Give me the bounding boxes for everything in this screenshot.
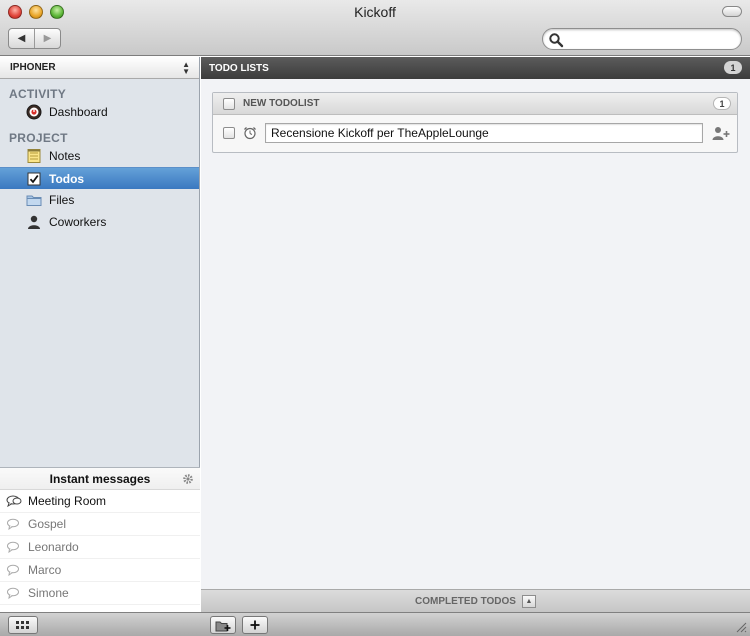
chat-bubble-icon — [7, 541, 19, 553]
back-arrow-icon: ◀ — [17, 33, 26, 44]
resize-grip-icon[interactable] — [735, 621, 747, 633]
grid-icon — [16, 621, 29, 629]
todo-lists-header: TODO LISTS 1 — [201, 57, 750, 79]
todolist-count-badge: 1 — [713, 97, 731, 110]
chat-bubbles-icon — [6, 495, 22, 507]
instant-messages-header: Instant messages — [0, 468, 200, 490]
gear-icon[interactable] — [182, 473, 194, 485]
search-field[interactable] — [542, 28, 742, 50]
project-selector-label: IPHONER — [10, 62, 56, 73]
toolbar-toggle-button[interactable] — [722, 6, 742, 17]
todo-item — [213, 115, 737, 151]
todo-lists-title: TODO LISTS — [209, 62, 269, 74]
chat-bubble-icon — [7, 587, 19, 599]
section-header-activity: ACTIVITY — [9, 87, 67, 101]
instant-messages-panel: Instant messages Meeting Room Gospel Leo… — [0, 467, 200, 612]
completed-todos-label: COMPLETED TODOS — [415, 595, 516, 607]
notes-icon — [26, 148, 42, 164]
search-input[interactable] — [567, 31, 735, 47]
im-contact-leonardo[interactable]: Leonardo — [0, 536, 200, 559]
im-item-label: Marco — [28, 563, 62, 577]
sidebar-item-label: Notes — [49, 149, 81, 163]
forward-arrow-icon: ▶ — [43, 33, 52, 44]
sidebar-item-coworkers[interactable]: Coworkers — [0, 211, 199, 233]
sidebar-item-dashboard[interactable]: Dashboard — [0, 101, 199, 123]
todolist-title[interactable]: NEW TODOLIST — [243, 98, 319, 109]
back-button[interactable]: ◀ — [9, 29, 34, 48]
alarm-clock-icon[interactable] — [243, 126, 257, 140]
todo-item-checkbox[interactable] — [223, 127, 235, 139]
section-header-project: PROJECT — [9, 131, 68, 145]
todo-item-text-field[interactable] — [265, 123, 703, 143]
bottom-toolbar — [0, 612, 750, 636]
sidebar-item-label: Files — [49, 193, 75, 207]
grid-view-button[interactable] — [8, 616, 38, 634]
navigation-buttons: ◀ ▶ — [8, 28, 61, 49]
im-item-label: Simone — [28, 586, 69, 600]
todolist-card: NEW TODOLIST 1 — [212, 92, 738, 153]
im-item-label: Leonardo — [28, 540, 79, 554]
search-icon — [549, 33, 564, 48]
sidebar-item-label: Dashboard — [49, 105, 108, 119]
plus-icon — [250, 620, 260, 630]
add-todolist-button[interactable] — [210, 616, 236, 634]
im-contact-marco[interactable]: Marco — [0, 559, 200, 582]
todo-lists-area: NEW TODOLIST 1 — [201, 79, 750, 589]
im-contact-gospel[interactable]: Gospel — [0, 513, 200, 536]
checkbox-checked-icon — [26, 171, 42, 187]
im-room-meeting-room[interactable]: Meeting Room — [0, 490, 200, 513]
chat-bubble-icon — [7, 518, 19, 530]
add-todo-button[interactable] — [242, 616, 268, 634]
updown-arrows-icon: ▲ ▼ — [182, 60, 190, 76]
sidebar: IPHONER ▲ ▼ ACTIVITY Dashboard PROJECT No… — [0, 57, 200, 612]
todolist-header: NEW TODOLIST 1 — [213, 93, 737, 115]
folder-add-icon — [215, 621, 231, 631]
im-item-label: Gospel — [28, 517, 67, 531]
assign-person-icon[interactable] — [711, 125, 731, 141]
window-title: Kickoff — [354, 4, 396, 20]
im-item-label: Meeting Room — [28, 494, 107, 508]
instant-messages-title: Instant messages — [49, 471, 151, 486]
dashboard-icon — [26, 104, 42, 120]
im-contact-simone[interactable]: Simone — [0, 582, 200, 605]
sidebar-item-label: Coworkers — [49, 215, 107, 229]
forward-button[interactable]: ▶ — [34, 29, 60, 48]
chat-bubble-icon — [7, 564, 19, 576]
title-bar: Kickoff ◀ ▶ — [0, 0, 750, 56]
sidebar-item-todos[interactable]: Todos — [0, 167, 199, 189]
project-selector[interactable]: IPHONER ▲ ▼ — [0, 57, 199, 79]
sidebar-item-notes[interactable]: Notes — [0, 145, 199, 167]
completed-todos-bar[interactable]: COMPLETED TODOS ▲ — [201, 589, 750, 612]
sidebar-item-label: Todos — [49, 171, 85, 186]
todolist-checkbox[interactable] — [223, 97, 235, 110]
person-icon — [26, 214, 42, 230]
expand-up-icon[interactable]: ▲ — [521, 594, 536, 608]
sidebar-item-files[interactable]: Files — [0, 189, 199, 211]
todo-lists-count-badge: 1 — [724, 61, 742, 74]
folder-icon — [26, 192, 42, 208]
